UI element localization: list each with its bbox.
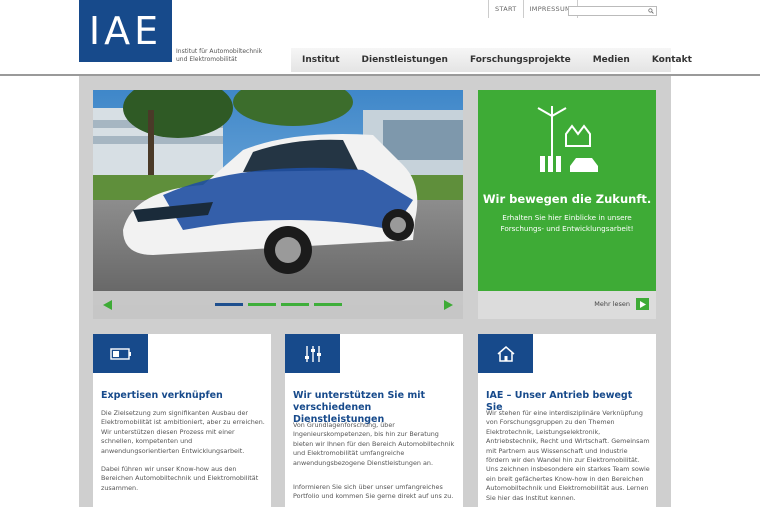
more-button[interactable] [636,298,649,310]
slider-next-arrow-icon[interactable] [443,300,453,310]
slider-dot[interactable] [281,303,309,306]
search-box [568,6,657,25]
slider-pagination [215,303,342,306]
sliders-icon [304,345,321,362]
card-paragraph: Von Grundlagenforschung, über Ingenieurs… [293,421,455,467]
logo-text: IAE [88,9,163,53]
card-iae-antrieb: IAE – Unser Antrieb bewegt Sie Wir stehe… [478,334,656,507]
slider-dot[interactable] [314,303,342,306]
card-paragraph: Wir stehen für eine interdisziplinäre Ve… [486,409,650,502]
iae-logo[interactable]: IAE [79,0,172,62]
card-icon-box [478,334,533,373]
slider-prev-arrow-icon[interactable] [103,300,113,310]
card-paragraph: Die Zielsetzung zum signifikanten Ausbau… [101,409,265,455]
tagline-line1: Institut für Automobiltechnik [176,48,263,55]
home-icon [497,345,514,362]
teaser-text: Erhalten Sie hier Einblicke in unsere Fo… [500,213,634,233]
image-slider[interactable] [93,90,463,319]
more-link-label[interactable]: Mehr lesen [594,300,630,308]
card-dienstleistungen: Wir unterstützen Sie mit verschiedenen D… [285,334,463,507]
site-header: IAE Institut für Automobiltechnik und El… [0,0,760,76]
card-expertisen: Expertisen verknüpfen Die Zielsetzung zu… [93,334,271,507]
card-title: Expertisen verknüpfen [101,390,223,401]
card-paragraph: Informieren Sie sich über unser umfangre… [293,483,454,501]
teaser-box: Wir bewegen die Zukunft. Erhalten Sie hi… [478,90,656,291]
teaser-more-bar: Mehr lesen [478,291,656,319]
battery-icon [109,347,131,360]
slide-car-photo [93,90,463,319]
tagline-line2: und Elektromobilität [176,56,238,63]
teaser-title: Wir bewegen die Zukunft. [482,192,652,206]
nav-forschungsprojekte[interactable]: Forschungsprojekte [459,48,582,72]
topnav-start-link[interactable]: START [488,0,523,18]
nav-medien[interactable]: Medien [582,48,641,72]
card-icon-box [285,334,340,373]
nav-kontakt[interactable]: Kontakt [641,48,703,72]
logo-tagline: Institut für Automobiltechnik und Elektr… [176,48,286,64]
card-icon-box [93,334,148,373]
nav-dienstleistungen[interactable]: Dienstleistungen [351,48,459,72]
slider-dot[interactable] [215,303,243,306]
slider-dot[interactable] [248,303,276,306]
nav-institut[interactable]: Institut [291,48,351,72]
search-icon[interactable] [648,8,654,14]
wind-energy-icon [537,106,598,172]
search-input[interactable] [569,17,645,25]
card-paragraph: Dabei führen wir unser Know-how aus den … [101,465,259,492]
main-navigation: Institut Dienstleistungen Forschungsproj… [291,48,692,72]
play-arrow-icon [639,300,646,308]
top-navigation: START IMPRESSUM [488,0,578,18]
